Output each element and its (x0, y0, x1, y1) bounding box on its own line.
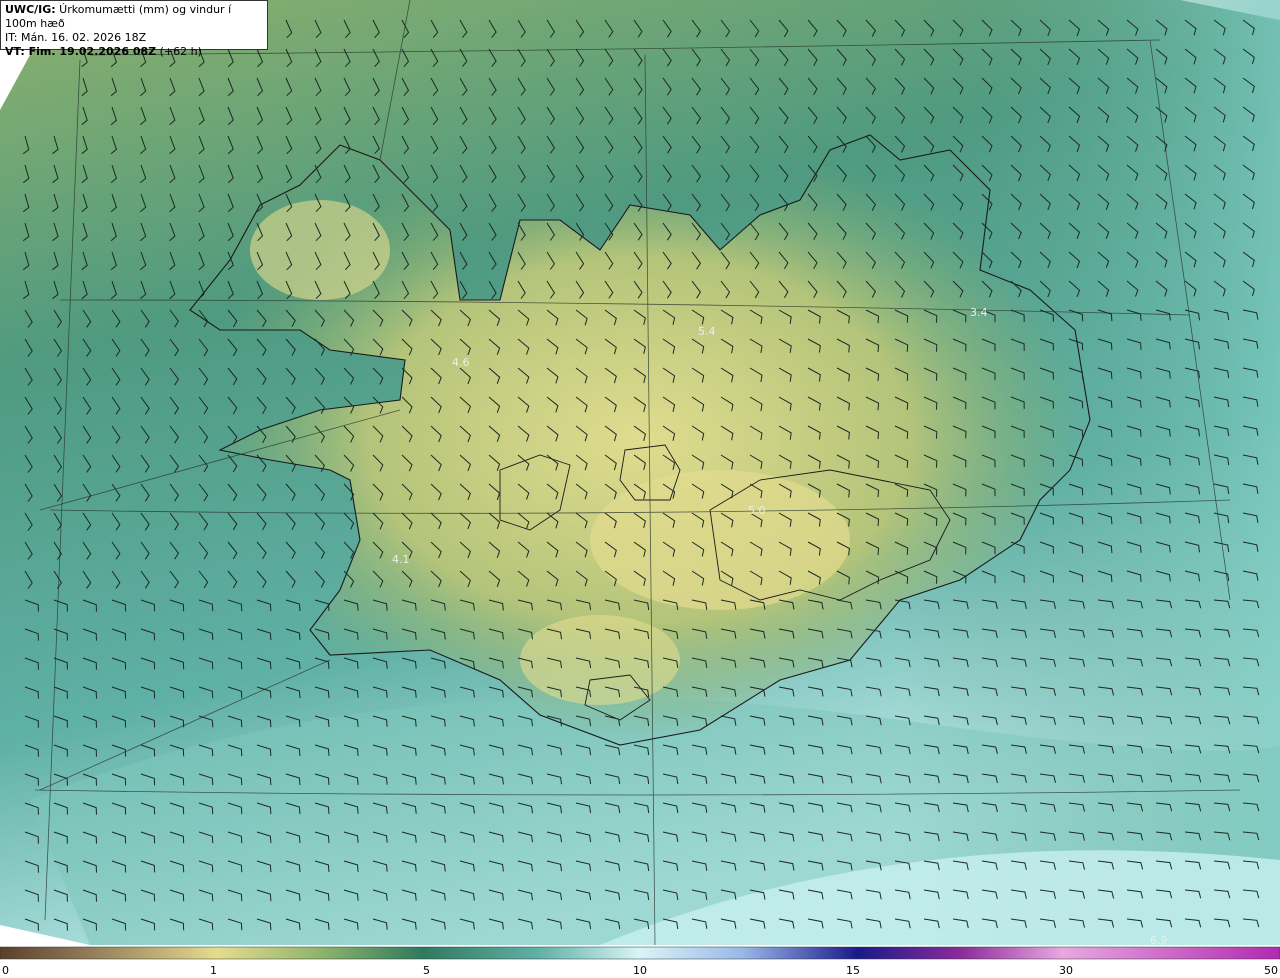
init-time: IT: Mán. 16. 02. 2026 18Z (5, 31, 147, 44)
map-info-box: UWC/IG: Úrkomumætti (mm) og vindur í 100… (0, 0, 268, 58)
product-code: UWC/IG: (5, 3, 56, 16)
map-value-label: 5.0 (748, 504, 766, 517)
legend-tick: 10 (633, 964, 647, 977)
map-value-label: 3.4 (970, 306, 988, 319)
legend-tick: 0 (2, 964, 9, 977)
legend-tick: 50 (1264, 964, 1278, 977)
legend-tick: 30 (1059, 964, 1073, 977)
map-value-label: 4.1 (392, 553, 410, 566)
interior-yellow (590, 470, 850, 610)
westfjords-yellow (250, 200, 390, 300)
legend-tick: 1 (210, 964, 217, 977)
forecast-hour: (+62 h) (156, 45, 202, 58)
legend-tick: 15 (846, 964, 860, 977)
valid-time: VT: Fim. 19.02.2026 08Z (5, 45, 157, 58)
precipitation-wind-map (0, 0, 1280, 960)
legend-colorbar (0, 946, 1280, 960)
legend-tick: 5 (423, 964, 430, 977)
map-value-label: 6.9 (1150, 934, 1168, 947)
map-value-label: 4.6 (452, 356, 470, 369)
map-value-label: 5.4 (698, 325, 716, 338)
south-yellow (520, 615, 680, 705)
